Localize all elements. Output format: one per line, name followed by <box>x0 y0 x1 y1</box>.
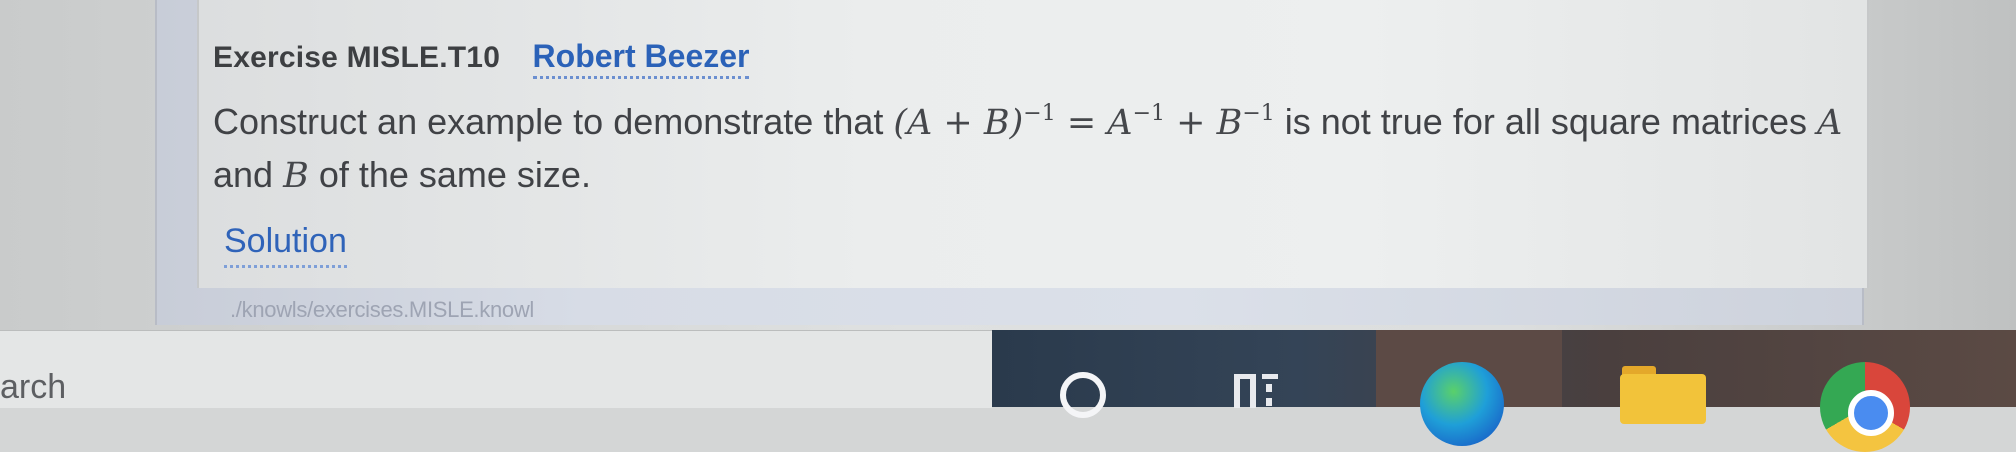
math-exponent: −1 <box>1132 101 1165 126</box>
statement-text: of the same size. <box>308 154 591 195</box>
math-exponent: −1 <box>1023 101 1056 126</box>
taskbar-search-box[interactable] <box>0 330 992 408</box>
knowl-source-path[interactable]: ./knowls/exercises.MISLE.knowl <box>230 297 534 323</box>
statement-text: Construct an example to demonstrate that <box>213 101 894 142</box>
exercise-header: Exercise MISLE.T10 Robert Beezer <box>213 38 750 79</box>
task-view-icon[interactable] <box>1232 368 1280 408</box>
statement-text: is not true for all square matrices <box>1274 101 1817 142</box>
exercise-label: Exercise MISLE.T10 <box>213 41 501 74</box>
math-term-b: + B <box>1165 103 1243 143</box>
math-var-b: B <box>283 156 309 196</box>
solution-link[interactable]: Solution <box>224 222 347 268</box>
math-term-a: = A <box>1055 103 1133 143</box>
file-explorer-icon[interactable] <box>1620 374 1706 424</box>
statement-text: and <box>213 154 284 195</box>
math-term-sum: (A + B) <box>893 103 1024 143</box>
edge-icon <box>1420 362 1504 446</box>
math-exponent: −1 <box>1242 101 1275 126</box>
exercise-statement: Construct an example to demonstrate that… <box>213 88 1853 202</box>
chrome-icon-center <box>1848 390 1894 436</box>
author-link[interactable]: Robert Beezer <box>532 38 750 79</box>
math-expression: (A + B)−1 = A−1 + B−1 <box>893 101 1275 143</box>
cortana-icon[interactable] <box>1060 372 1106 418</box>
math-var-a: A <box>1816 103 1843 143</box>
taskbar-search-text: arch <box>0 368 67 406</box>
